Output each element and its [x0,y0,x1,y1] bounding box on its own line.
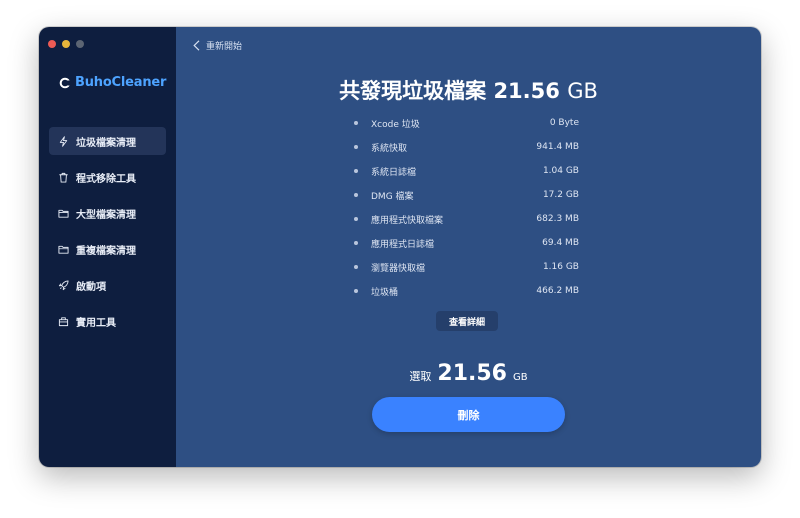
category-label: DMG 檔案 [371,191,414,202]
category-size: 466.2 MB [536,286,579,296]
category-label: 應用程式日誌檔 [371,239,435,250]
toolbox-icon [58,316,69,326]
sidebar-item-label: 垃圾檔案清理 [76,137,136,149]
category-size: 69.4 MB [542,238,579,248]
category-label: Xcode 垃圾 [371,119,420,130]
category-size: 1.04 GB [542,166,579,176]
restart-link[interactable]: 重新開始 [193,39,242,52]
selected-unit: GB [512,372,528,383]
restart-label: 重新開始 [206,42,243,52]
sidebar-item-app-uninstaller[interactable]: 程式移除工具 [49,163,166,191]
category-label: 系統日誌檔 [371,167,417,178]
sidebar-item-startup-items[interactable]: 啟動項 [49,271,166,299]
list-item: 系統日誌檔 1.04 GB [354,159,579,183]
sidebar-item-toolkit[interactable]: 實用工具 [49,307,166,335]
category-size: 0 Byte [549,118,579,128]
category-label: 垃圾桶 [371,287,399,298]
category-size: 1.16 GB [542,262,579,272]
list-item: 應用程式日誌檔 69.4 MB [354,231,579,255]
delete-button[interactable]: 刪除 [372,397,565,432]
category-label: 應用程式快取檔案 [371,215,444,226]
category-label: 系統快取 [371,143,408,154]
sidebar-item-junk-cleaner[interactable]: 垃圾檔案清理 [49,127,166,155]
title-prefix: 共發現垃圾檔案 [339,79,487,103]
close-window-button[interactable] [48,40,56,48]
brand: BuhoCleaner [59,75,166,90]
window-controls [48,40,84,48]
sidebar-item-duplicate-files[interactable]: 重複檔案清理 [49,235,166,263]
category-size: 17.2 GB [542,190,579,200]
brand-name: BuhoCleaner [75,75,167,90]
scan-result-title: 共發現垃圾檔案 21.56 GB [176,75,761,105]
category-label: 瀏覽器快取檔 [371,263,426,274]
list-item: 瀏覽器快取檔 1.16 GB [354,255,579,279]
selected-size: 21.56 [437,361,507,386]
folder-icon [58,209,69,218]
title-unit: GB [567,79,598,103]
duplicate-folder-icon [58,245,69,254]
sidebar-nav: 垃圾檔案清理 程式移除工具 大型檔案清理 重複檔案清理 啟動項 實用工具 [49,127,166,343]
zoom-window-button[interactable] [76,40,84,48]
bullet-icon [354,289,358,293]
minimize-window-button[interactable] [62,40,70,48]
bullet-icon [354,193,358,197]
sidebar-item-label: 重複檔案清理 [76,245,136,257]
app-window: BuhoCleaner 垃圾檔案清理 程式移除工具 大型檔案清理 重複檔案清理 … [39,27,761,467]
sidebar-item-large-files[interactable]: 大型檔案清理 [49,199,166,227]
view-details-button[interactable]: 查看詳細 [436,311,498,331]
bullet-icon [354,217,358,221]
category-size: 941.4 MB [536,142,579,152]
main-panel: 重新開始 共發現垃圾檔案 21.56 GB Xcode 垃圾 0 Byte 系統… [176,27,761,467]
sidebar-item-label: 大型檔案清理 [76,209,136,221]
sidebar: BuhoCleaner 垃圾檔案清理 程式移除工具 大型檔案清理 重複檔案清理 … [39,27,176,467]
rocket-icon [58,279,69,290]
bullet-icon [354,121,358,125]
list-item: 垃圾桶 466.2 MB [354,279,579,303]
list-item: DMG 檔案 17.2 GB [354,183,579,207]
selected-summary: 選取 21.56 GB [176,361,761,386]
chevron-left-icon [193,40,200,51]
lightning-icon [59,135,68,147]
bullet-icon [354,169,358,173]
sidebar-item-label: 啟動項 [76,281,106,293]
buho-logo-icon [59,77,71,88]
bullet-icon [354,265,358,269]
trash-icon [59,172,68,183]
list-item: 系統快取 941.4 MB [354,135,579,159]
title-number: 21.56 [493,79,560,103]
selected-label: 選取 [409,370,432,383]
junk-category-list: Xcode 垃圾 0 Byte 系統快取 941.4 MB 系統日誌檔 1.04… [354,111,579,303]
list-item: 應用程式快取檔案 682.3 MB [354,207,579,231]
bullet-icon [354,145,358,149]
bullet-icon [354,241,358,245]
category-size: 682.3 MB [536,214,579,224]
sidebar-item-label: 實用工具 [76,317,116,329]
sidebar-item-label: 程式移除工具 [76,173,136,185]
list-item: Xcode 垃圾 0 Byte [354,111,579,135]
